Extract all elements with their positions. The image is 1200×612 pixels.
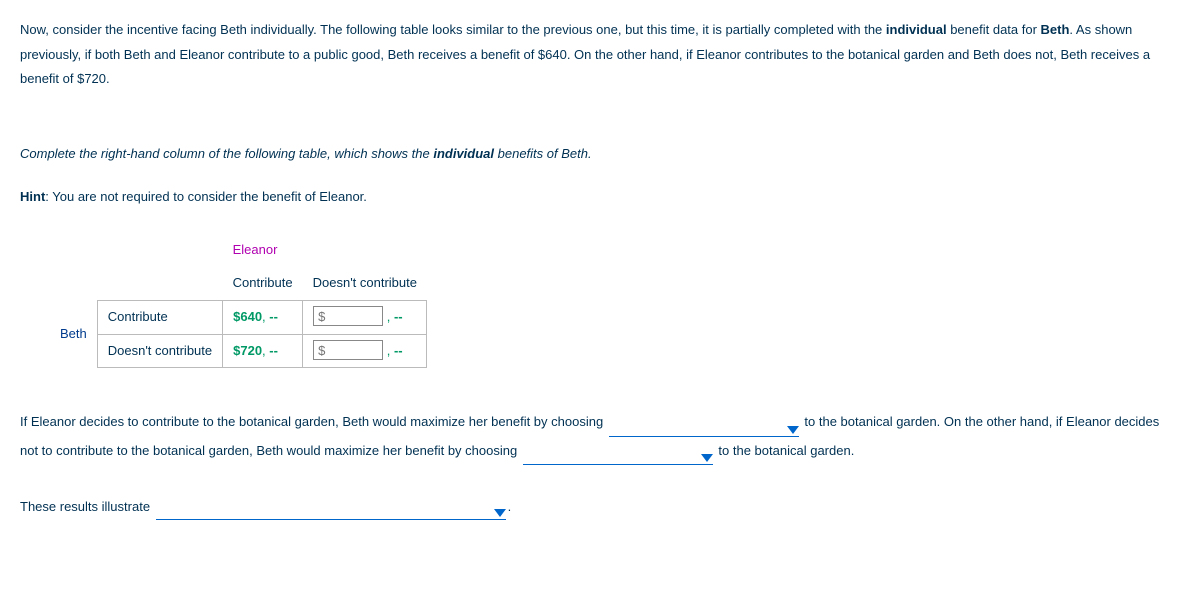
hint-label: Hint	[20, 189, 45, 204]
hint-text: Hint: You are not required to consider t…	[20, 185, 1180, 210]
results-line: These results illustrate .	[20, 495, 1180, 520]
instruction-text: Complete the right-hand column of the fo…	[20, 142, 1180, 167]
instruction-bold: individual	[433, 146, 494, 161]
dropdown-choice-1[interactable]	[609, 418, 799, 437]
intro-bold-beth: Beth	[1041, 22, 1070, 37]
dropdown-choice-2[interactable]	[523, 446, 713, 465]
fill-in-paragraph: If Eleanor decides to contribute to the …	[20, 408, 1180, 465]
cell-nocontribute-nocontribute: , --	[303, 334, 427, 368]
cell-contribute-contribute: $640, --	[223, 300, 303, 334]
row-header-no-contribute: Doesn't contribute	[97, 334, 222, 368]
intro-paragraph: Now, consider the incentive facing Beth …	[20, 18, 1180, 92]
payoff-table: Eleanor Contribute Doesn't contribute Be…	[50, 234, 1180, 368]
cell-contribute-nocontribute: , --	[303, 300, 427, 334]
input-beth-contribute-eleanor-no[interactable]	[313, 306, 383, 326]
col-header-no-contribute: Doesn't contribute	[303, 267, 427, 300]
intro-text: Now, consider the incentive facing Beth …	[20, 22, 886, 37]
cell-nocontribute-contribute: $720, --	[223, 334, 303, 368]
row-header-contribute: Contribute	[97, 300, 222, 334]
row-player-header: Beth	[50, 300, 97, 367]
intro-bold-individual: individual	[886, 22, 947, 37]
intro-text: benefit data for	[947, 22, 1041, 37]
column-player-header: Eleanor	[223, 234, 427, 267]
chevron-down-icon	[787, 426, 799, 434]
chevron-down-icon	[494, 509, 506, 517]
input-beth-no-eleanor-no[interactable]	[313, 340, 383, 360]
chevron-down-icon	[701, 454, 713, 462]
dropdown-results[interactable]	[156, 501, 506, 520]
col-header-contribute: Contribute	[223, 267, 303, 300]
